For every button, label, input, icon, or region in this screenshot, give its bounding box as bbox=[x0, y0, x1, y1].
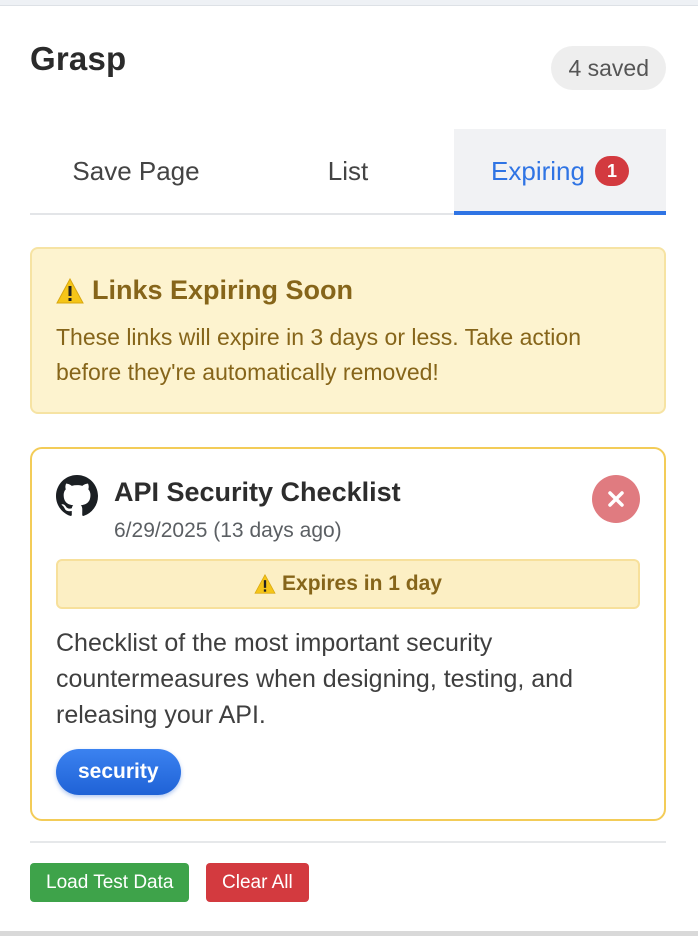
expiring-notice: Links Expiring Soon These links will exp… bbox=[30, 247, 666, 414]
expiry-warning: Expires in 1 day bbox=[56, 559, 640, 609]
github-icon bbox=[56, 475, 98, 517]
tag-security[interactable]: security bbox=[56, 749, 181, 795]
tab-bar: Save Page List Expiring 1 bbox=[30, 129, 666, 215]
popup-header: Grasp 4 saved bbox=[30, 40, 666, 90]
warning-icon bbox=[254, 573, 276, 594]
expiry-text: Expires in 1 day bbox=[282, 572, 442, 595]
clear-all-button[interactable]: Clear All bbox=[206, 863, 309, 902]
footer-divider bbox=[30, 841, 666, 843]
tab-label: Save Page bbox=[72, 155, 200, 186]
delete-link-button[interactable] bbox=[592, 475, 640, 523]
saved-count-badge: 4 saved bbox=[551, 46, 666, 90]
warning-icon bbox=[56, 277, 84, 304]
link-title[interactable]: API Security Checklist bbox=[114, 477, 401, 508]
link-card[interactable]: API Security Checklist 6/29/2025 (13 day… bbox=[30, 447, 666, 821]
window-top-strip bbox=[0, 0, 698, 6]
load-test-data-button[interactable]: Load Test Data bbox=[30, 863, 190, 902]
expiring-count-badge: 1 bbox=[594, 156, 629, 186]
notice-text: These links will expire in 3 days or les… bbox=[56, 324, 581, 385]
link-description: Checklist of the most important security… bbox=[56, 629, 573, 729]
tab-label: Expiring bbox=[491, 155, 585, 186]
tab-list[interactable]: List bbox=[242, 129, 454, 213]
close-icon bbox=[608, 491, 624, 507]
app-title: Grasp bbox=[30, 40, 127, 77]
notice-title: Links Expiring Soon bbox=[92, 275, 354, 305]
notice-title-row: Links Expiring Soon bbox=[56, 275, 640, 306]
tab-expiring[interactable]: Expiring 1 bbox=[454, 129, 666, 215]
window-bottom-strip bbox=[0, 931, 698, 936]
tab-save-page[interactable]: Save Page bbox=[30, 129, 242, 213]
link-date: 6/29/2025 (13 days ago) bbox=[114, 519, 342, 542]
tab-label: List bbox=[327, 155, 369, 186]
